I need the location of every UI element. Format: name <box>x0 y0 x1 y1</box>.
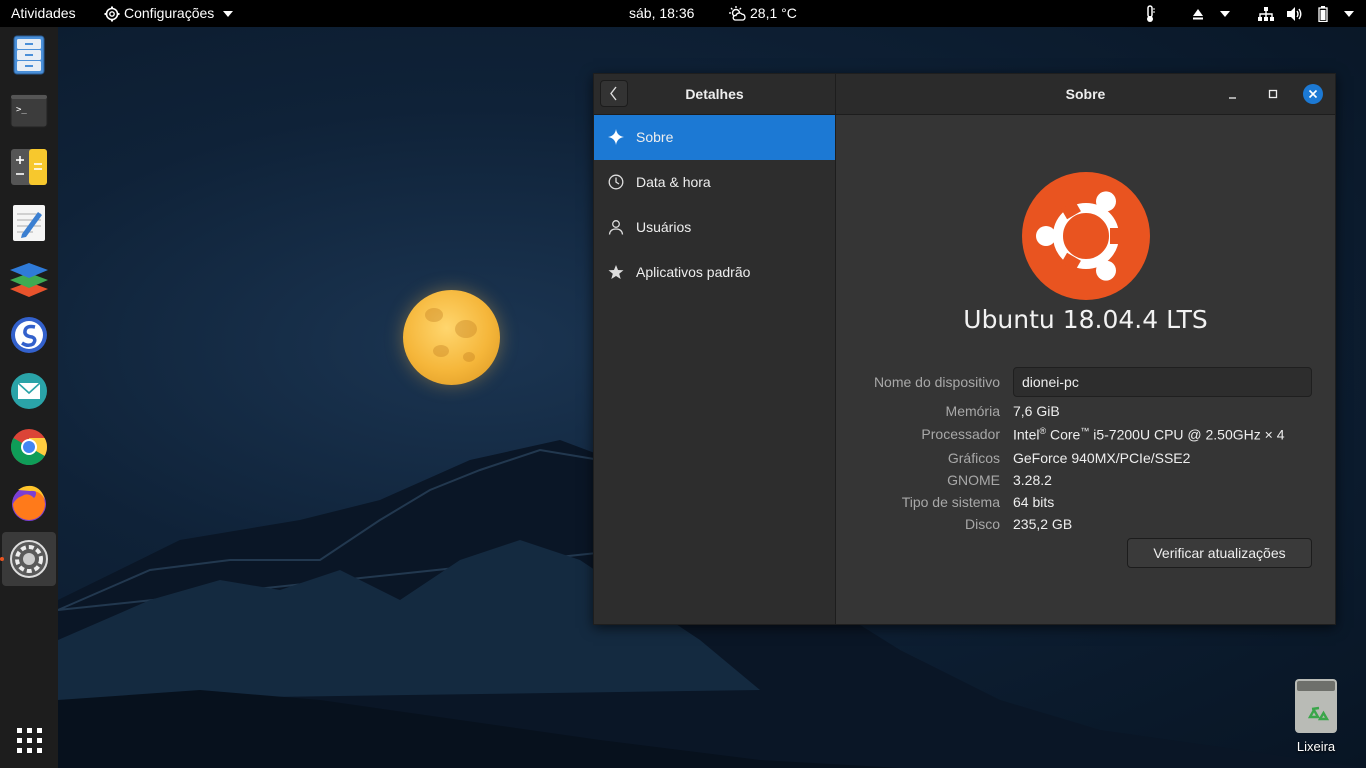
layers-icon <box>10 263 48 297</box>
weather-temperature: 28,1 °C <box>750 5 797 21</box>
device-name-label: Nome do dispositivo <box>873 374 1000 390</box>
panel-title: Sobre <box>1065 86 1106 102</box>
app-menu-label: Configurações <box>124 5 215 21</box>
about-panel: Ubuntu 18.04.4 LTS Nome do dispositivo d… <box>836 115 1335 624</box>
sidebar-item-label: Usuários <box>636 219 692 235</box>
sidebar-item-about[interactable]: Sobre <box>594 115 835 160</box>
star-icon <box>608 265 624 279</box>
maximize-icon <box>1268 89 1278 99</box>
app-grid-icon <box>17 728 42 753</box>
system-type-value: 64 bits <box>1013 494 1055 510</box>
dock-item-chrome[interactable] <box>8 426 50 468</box>
sidebar: Sobre Data & hora Usuários Aplicativos p… <box>594 115 836 624</box>
sidebar-item-default-apps[interactable]: Aplicativos padrão <box>594 250 835 295</box>
dock-item-firefox[interactable] <box>8 482 50 524</box>
firefox-icon <box>12 485 46 521</box>
chrome-icon <box>10 429 48 466</box>
dock-item-mail[interactable] <box>8 370 50 412</box>
top-bar: Atividades Configurações sáb, 18:36 28,1… <box>0 0 1366 27</box>
weather-indicator[interactable]: 28,1 °C <box>729 0 797 27</box>
thermometer-icon <box>1147 5 1155 23</box>
disk-value: 235,2 GB <box>1013 516 1073 532</box>
trash-icon <box>1295 679 1337 733</box>
title-bar[interactable]: Detalhes Sobre <box>594 74 1335 115</box>
user-icon <box>608 220 624 235</box>
dock-item-text-editor[interactable] <box>8 202 50 244</box>
sidebar-item-users[interactable]: Usuários <box>594 205 835 250</box>
sidebar-item-date-time[interactable]: Data & hora <box>594 160 835 205</box>
gear-icon <box>104 6 120 22</box>
weather-icon <box>729 6 746 21</box>
close-button[interactable] <box>1303 84 1323 104</box>
sidebar-title: Detalhes <box>685 86 744 102</box>
network-wired-icon <box>1258 7 1274 22</box>
sidebar-item-label: Data & hora <box>636 174 711 190</box>
battery-icon <box>1318 6 1328 23</box>
processor-label: Processador <box>921 426 1000 442</box>
processor-value: Intel® Core™ i5-7200U CPU @ 2.50GHz × 4 <box>1013 426 1285 443</box>
minimize-icon <box>1229 97 1236 99</box>
dock-item-files[interactable] <box>8 34 50 76</box>
thermometer-indicator[interactable] <box>1144 0 1156 27</box>
processor-family: Core <box>1050 426 1081 443</box>
os-name: Ubuntu 18.04.4 LTS <box>963 305 1208 334</box>
memory-value: 7,6 GiB <box>1013 403 1060 419</box>
minimize-button[interactable] <box>1223 84 1243 104</box>
maximize-button[interactable] <box>1263 84 1283 104</box>
system-menu[interactable] <box>1344 0 1354 27</box>
chevron-down-icon <box>223 11 234 18</box>
file-cabinet-icon <box>13 35 45 75</box>
upload-indicator[interactable] <box>1192 0 1230 27</box>
app-menu[interactable]: Configurações <box>104 0 234 27</box>
graphics-value: GeForce 940MX/PCIe/SSE2 <box>1013 450 1191 466</box>
settings-window: Detalhes Sobre Sobre Data & hora Usuário… <box>593 73 1336 625</box>
disk-label: Disco <box>964 516 1000 532</box>
sidebar-item-label: Aplicativos padrão <box>636 264 751 280</box>
clock-icon <box>608 174 624 190</box>
sparkle-icon <box>608 129 624 145</box>
battery-indicator[interactable] <box>1318 0 1328 27</box>
eject-icon <box>1193 9 1203 20</box>
dock-item-terminal[interactable]: >_ <box>8 90 50 132</box>
device-name-field[interactable]: dionei-pc <box>1013 367 1312 397</box>
ubuntu-logo <box>1022 172 1150 300</box>
terminal-icon: >_ <box>10 94 48 128</box>
graphics-label: Gráficos <box>947 450 1000 466</box>
dock-item-settings[interactable] <box>2 532 56 586</box>
clock[interactable]: sáb, 18:36 <box>629 0 694 27</box>
gnome-label: GNOME <box>947 472 1000 488</box>
settings-icon <box>10 540 48 578</box>
show-applications-button[interactable] <box>8 719 50 761</box>
simplenote-icon <box>11 317 47 353</box>
moon <box>403 290 500 385</box>
text-editor-icon <box>13 205 45 241</box>
gnome-value: 3.28.2 <box>1013 472 1052 488</box>
dock-item-calculator[interactable] <box>8 146 50 188</box>
processor-model: i5-7200U CPU @ 2.50GHz × 4 <box>1093 426 1285 443</box>
network-indicator[interactable] <box>1258 0 1274 27</box>
running-indicator <box>0 557 4 561</box>
trash-label: Lixeira <box>1296 739 1336 754</box>
activities-button[interactable]: Atividades <box>11 0 76 27</box>
processor-vendor: Intel <box>1013 426 1040 443</box>
dock-item-layers[interactable] <box>8 258 50 300</box>
memory-label: Memória <box>945 403 1000 419</box>
check-updates-button[interactable]: Verificar atualizações <box>1127 538 1312 568</box>
close-icon <box>1303 84 1323 104</box>
dock-item-simplenote[interactable] <box>8 314 50 356</box>
volume-indicator[interactable] <box>1287 0 1303 27</box>
sidebar-item-label: Sobre <box>636 129 674 145</box>
chevron-down-icon <box>1344 11 1354 18</box>
title-bar-left: Detalhes <box>594 74 836 114</box>
calculator-icon <box>11 149 47 185</box>
chevron-down-icon <box>1219 11 1230 18</box>
dock: >_ <box>0 27 58 768</box>
terminal-glyph: >_ <box>16 105 27 115</box>
volume-icon <box>1287 7 1302 22</box>
mail-icon <box>11 373 47 409</box>
system-type-label: Tipo de sistema <box>901 494 1000 510</box>
